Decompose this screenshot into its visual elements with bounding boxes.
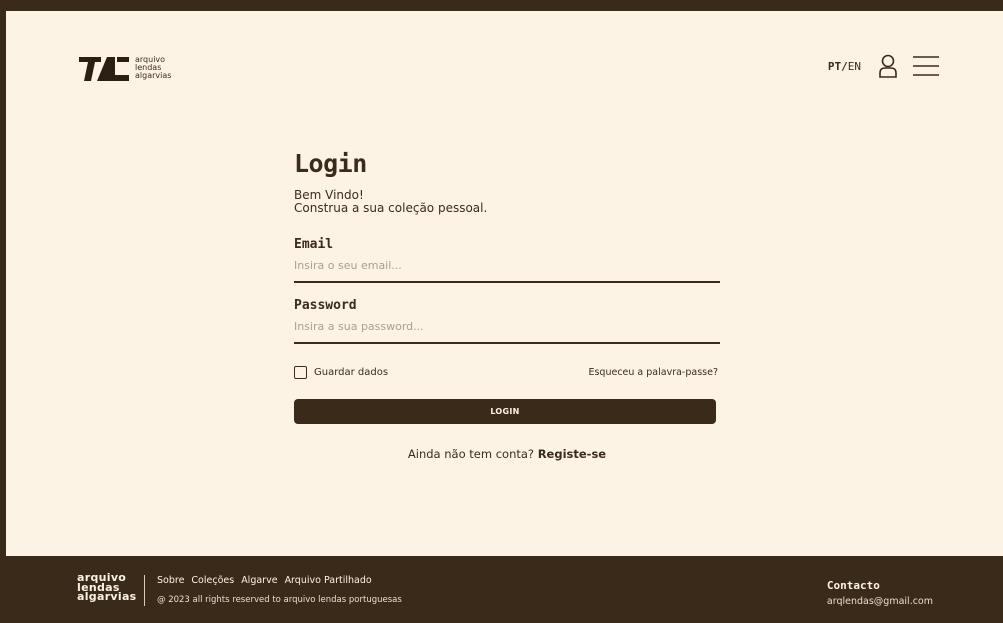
site-logo[interactable]: arquivo lendas algarvias [79, 55, 171, 81]
footer: arquivo lendas algarvias Sobre Coleções … [6, 556, 1003, 623]
remember-label: Guardar dados [314, 367, 389, 378]
footer-link-arquivo-partilhado[interactable]: Arquivo Partilhado [285, 575, 372, 586]
email-field[interactable] [294, 259, 720, 283]
page-title: Login [294, 149, 367, 178]
user-icon[interactable] [879, 54, 897, 78]
lang-en[interactable]: EN [848, 60, 861, 73]
forgot-password-link[interactable]: Esqueceu a palavra-passe? [588, 367, 718, 378]
password-label: Password [294, 298, 357, 313]
contact-title: Contacto [826, 579, 880, 592]
password-field[interactable] [294, 320, 720, 344]
footer-link-sobre[interactable]: Sobre [157, 575, 184, 586]
hamburger-menu-icon[interactable] [913, 55, 939, 77]
language-switcher[interactable]: PT/EN [828, 60, 861, 73]
email-label: Email [294, 237, 334, 252]
footer-link-algarve[interactable]: Algarve [241, 575, 277, 586]
header-actions: PT/EN [828, 54, 939, 78]
lang-separator: / [841, 59, 848, 73]
logo-line: algarvias [135, 71, 172, 80]
signup-link[interactable]: Registe-se [538, 447, 606, 461]
footer-contact: Contacto arqlendas@gmail.com [827, 579, 933, 607]
login-button[interactable]: LOGIN [294, 399, 716, 424]
footer-link-colecoes[interactable]: Coleções [191, 575, 234, 586]
footer-copyright: @ 2023 all rights reserved to arquivo le… [157, 595, 402, 605]
remember-toggle[interactable]: Guardar dados [294, 366, 388, 379]
logo-text: arquivo lendas algarvias [135, 56, 171, 80]
login-form: Login Bem Vindo! Construa a sua coleção … [294, 149, 720, 461]
remember-checkbox[interactable] [294, 366, 307, 379]
welcome-text: Bem Vindo! Construa a sua coleção pessoa… [294, 189, 720, 215]
signup-text: Ainda não tem conta? [407, 447, 535, 461]
footer-divider [144, 575, 145, 606]
welcome-subline: Construa a sua coleção pessoal. [294, 201, 488, 215]
signup-prompt: Ainda não tem conta? Registe-se [294, 447, 720, 461]
form-options: Guardar dados Esqueceu a palavra-passe? [294, 366, 720, 379]
footer-logo-line: algarvias [77, 590, 137, 603]
footer-logo[interactable]: arquivo lendas algarvias [77, 572, 137, 603]
logo-mark-icon [79, 57, 129, 81]
footer-nav: Sobre Coleções Algarve Arquivo Partilhad… [157, 575, 372, 586]
page-body: arquivo lendas algarvias PT/EN Login Bem… [6, 11, 1003, 556]
contact-email[interactable]: arqlendas@gmail.com [827, 596, 933, 607]
lang-pt[interactable]: PT [828, 60, 841, 73]
